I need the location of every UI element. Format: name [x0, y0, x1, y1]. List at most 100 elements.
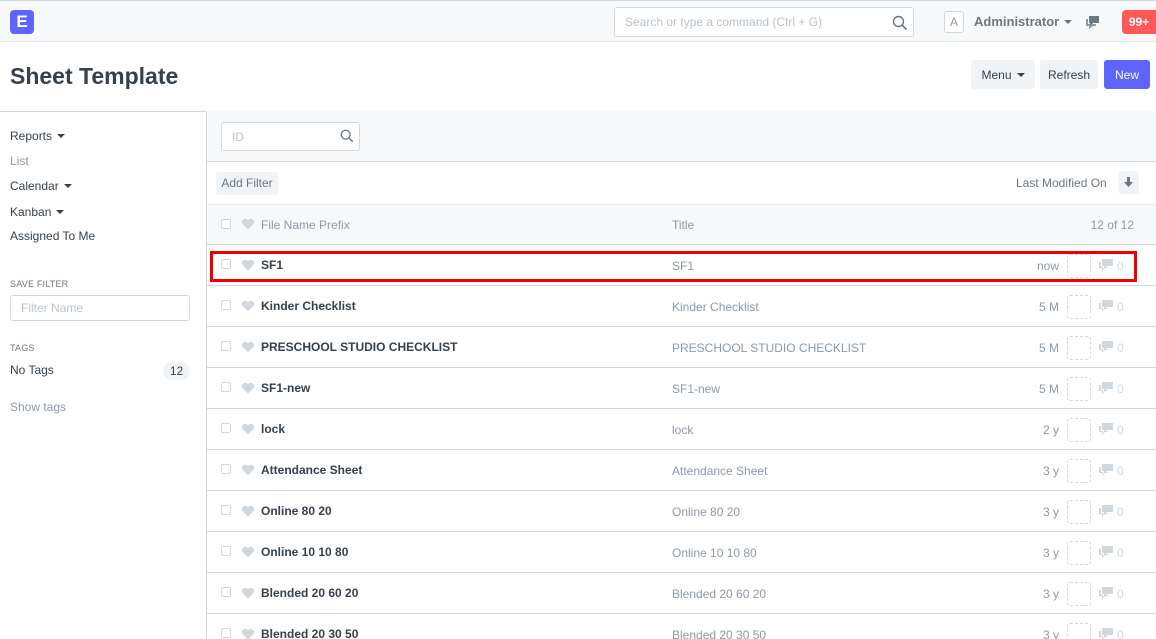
row-modified: 5 M [1038, 300, 1059, 314]
row-assignee-avatar[interactable] [1067, 582, 1091, 606]
row-title: Blended 20 60 20 [672, 587, 767, 601]
heart-icon[interactable] [241, 423, 255, 435]
avatar[interactable]: A [944, 11, 964, 33]
heart-icon[interactable] [241, 628, 255, 639]
user-name: Administrator [974, 14, 1060, 29]
row-checkbox[interactable] [221, 423, 231, 433]
row-title: Blended 20 30 50 [672, 628, 767, 639]
chat-icon[interactable] [1085, 13, 1103, 31]
row-modified: 3 y [1042, 628, 1059, 639]
id-filter-input[interactable] [222, 123, 332, 150]
comment-icon [1099, 505, 1113, 517]
row-divider [206, 449, 1156, 450]
comment-icon [1099, 382, 1113, 394]
sidebar-item-label: Kanban [10, 205, 52, 219]
row-name-link[interactable]: Attendance Sheet [261, 463, 362, 477]
row-assignee-avatar[interactable] [1067, 418, 1091, 442]
tags-label: TAGS [10, 343, 35, 353]
row-checkbox[interactable] [221, 300, 231, 310]
row-name-link[interactable]: Kinder Checklist [261, 299, 356, 313]
page-title: Sheet Template [10, 63, 179, 89]
row-title: Online 10 10 80 [672, 546, 757, 560]
sort-order-button[interactable] [1118, 171, 1139, 194]
row-modified: 3 y [1042, 505, 1059, 519]
awesome-bar[interactable] [614, 7, 914, 37]
row-name-link[interactable]: Blended 20 30 50 [261, 627, 358, 639]
row-name-link[interactable]: PRESCHOOL STUDIO CHECKLIST [261, 340, 457, 354]
comment-icon [1099, 423, 1113, 435]
row-assignee-avatar[interactable] [1067, 336, 1091, 360]
row-comment-count: 0 [1117, 423, 1124, 437]
row-modified: 2 y [1042, 423, 1059, 437]
row-checkbox[interactable] [221, 464, 231, 474]
heart-icon[interactable] [241, 341, 255, 353]
row-name-link[interactable]: Online 10 10 80 [261, 545, 348, 559]
row-name-link[interactable]: lock [261, 422, 285, 436]
search-icon[interactable] [891, 14, 909, 32]
sidebar-item-list[interactable]: List [10, 154, 29, 168]
column-header-name: File Name Prefix [261, 218, 350, 232]
id-filter[interactable] [221, 122, 360, 151]
heart-icon[interactable] [241, 587, 255, 599]
row-modified: 3 y [1042, 587, 1059, 601]
show-tags-link[interactable]: Show tags [10, 400, 66, 414]
navbar: E A Administrator 99+ [0, 0, 1156, 42]
sidebar-item-no-tags[interactable]: No Tags [10, 363, 54, 377]
row-assignee-avatar[interactable] [1067, 459, 1091, 483]
row-checkbox[interactable] [221, 341, 231, 351]
sidebar-item-kanban[interactable]: Kanban [10, 205, 65, 219]
row-comment-count: 0 [1117, 341, 1124, 355]
sidebar-item-calendar[interactable]: Calendar [10, 179, 72, 193]
filter-name-input[interactable] [10, 295, 190, 321]
row-name-link[interactable]: SF1-new [261, 381, 310, 395]
heart-icon[interactable] [241, 382, 255, 394]
user-menu[interactable]: Administrator [974, 14, 1073, 29]
refresh-button[interactable]: Refresh [1040, 60, 1098, 89]
row-checkbox[interactable] [221, 382, 231, 392]
heart-icon[interactable] [241, 300, 255, 312]
notification-badge[interactable]: 99+ [1122, 10, 1156, 34]
sidebar-item-assigned-to-me[interactable]: Assigned To Me [10, 229, 95, 243]
row-assignee-avatar[interactable] [1067, 500, 1091, 524]
row-divider [206, 613, 1156, 614]
row-checkbox[interactable] [221, 628, 231, 638]
row-comment-count: 0 [1117, 546, 1124, 560]
chevron-down-icon [63, 183, 72, 188]
row-comment-count: 0 [1117, 464, 1124, 478]
row-assignee-avatar[interactable] [1067, 623, 1091, 639]
row-modified: 3 y [1042, 546, 1059, 560]
row-checkbox[interactable] [221, 546, 231, 556]
row-name-link[interactable]: Blended 20 60 20 [261, 586, 358, 600]
row-checkbox[interactable] [221, 587, 231, 597]
add-filter-button[interactable]: Add Filter [216, 172, 278, 195]
row-divider [206, 408, 1156, 409]
select-all-checkbox[interactable] [221, 219, 231, 229]
comment-icon [1099, 628, 1113, 639]
menu-button[interactable]: Menu [971, 60, 1035, 89]
row-title: Online 80 20 [672, 505, 741, 519]
row-title: lock [672, 423, 694, 437]
sidebar-item-reports[interactable]: Reports [10, 129, 66, 143]
sort-selector[interactable]: Last Modified On [1016, 176, 1107, 190]
sidebar-item-label: Calendar [10, 179, 59, 193]
row-comment-count: 0 [1117, 505, 1124, 519]
row-name-link[interactable]: Online 80 20 [261, 504, 332, 518]
row-assignee-avatar[interactable] [1067, 295, 1091, 319]
row-divider [206, 326, 1156, 327]
row-assignee-avatar[interactable] [1067, 377, 1091, 401]
row-assignee-avatar[interactable] [1067, 541, 1091, 565]
chevron-down-icon [1064, 19, 1073, 24]
save-filter-label: SAVE FILTER [10, 279, 69, 289]
search-input[interactable] [615, 8, 880, 36]
heart-icon[interactable] [241, 464, 255, 476]
app-logo[interactable]: E [10, 10, 34, 34]
row-title: Kinder Checklist [672, 300, 759, 314]
heart-icon[interactable] [241, 546, 255, 558]
new-button[interactable]: New [1104, 60, 1150, 89]
chevron-down-icon [57, 133, 66, 138]
heart-icon[interactable] [241, 505, 255, 517]
row-checkbox[interactable] [221, 505, 231, 515]
row-modified: 3 y [1042, 464, 1059, 478]
heart-icon[interactable] [241, 218, 255, 230]
menu-button-label: Menu [981, 68, 1012, 82]
